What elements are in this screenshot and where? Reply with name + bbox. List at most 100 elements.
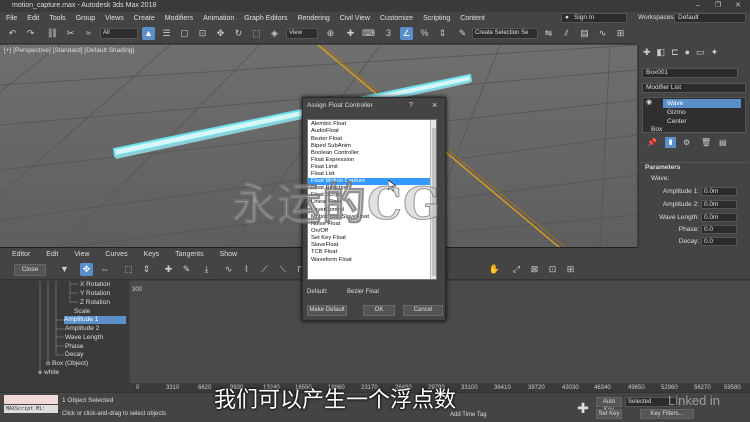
undo-icon[interactable]: ↶ <box>6 27 19 40</box>
viewport-label[interactable]: [+] [Perspective] [Standard] [Default Sh… <box>4 47 134 54</box>
menu-file[interactable]: File <box>6 15 17 22</box>
percent-snap-icon[interactable]: % <box>418 27 431 40</box>
tangent-fast-icon[interactable]: ⟋ <box>258 263 271 276</box>
close-icon[interactable]: × <box>432 98 437 113</box>
list-item[interactable]: SlaveFloat <box>308 242 432 249</box>
draw-curves-icon[interactable]: ✎ <box>180 263 193 276</box>
angle-snap-icon[interactable]: ∠ <box>400 27 413 40</box>
pin-stack-icon[interactable]: 📌 <box>647 138 657 147</box>
list-item[interactable]: Float Expression <box>308 157 432 164</box>
ce-menu-edit[interactable]: Edit <box>46 251 58 258</box>
schematic-view-icon[interactable]: ⊞ <box>614 27 627 40</box>
object-name-field[interactable]: Box001 <box>642 68 738 78</box>
zoom-extents-icon[interactable]: ⊠ <box>528 263 541 276</box>
list-item[interactable]: TCB Float <box>308 249 432 256</box>
set-keys-icon[interactable]: ✚ <box>574 399 592 417</box>
show-end-result-icon[interactable]: ▮ <box>665 137 676 148</box>
keyboard-shortcut-icon[interactable]: ⌨ <box>362 27 375 40</box>
place-icon[interactable]: ◈ <box>268 27 281 40</box>
tangent-auto-icon[interactable]: ∿ <box>222 263 235 276</box>
amplitude-1-spinner[interactable]: 0.0m <box>701 187 737 196</box>
tree-y-rotation[interactable]: Y Rotation <box>80 290 110 298</box>
workspace-dropdown[interactable]: Default <box>674 13 746 23</box>
align-icon[interactable]: ⫽ <box>560 27 573 40</box>
remove-modifier-icon[interactable]: 🗑 <box>701 138 711 147</box>
ce-menu-show[interactable]: Show <box>220 251 238 258</box>
tree-phase[interactable]: Phase <box>65 343 83 351</box>
tree-white[interactable]: white <box>44 369 59 377</box>
expand-icon[interactable]: ⊕ <box>38 369 42 377</box>
menu-modifiers[interactable]: Modifiers <box>165 15 193 22</box>
zoom-region-icon[interactable]: ⊡ <box>546 263 559 276</box>
layer-explorer-icon[interactable]: ▤ <box>578 27 591 40</box>
menu-scripting[interactable]: Scripting <box>423 15 450 22</box>
list-item[interactable]: Boolean Controller <box>308 150 432 157</box>
list-item[interactable]: Alembic Float <box>308 121 432 128</box>
curve-editor-icon[interactable]: ∿ <box>596 27 609 40</box>
create-tab-icon[interactable]: ✚ <box>643 47 651 61</box>
decay-spinner[interactable]: 0.0 <box>701 237 737 246</box>
scale-keys-icon[interactable]: ⬚ <box>122 263 135 276</box>
tree-amplitude-1[interactable]: Amplitude 1 <box>64 316 126 324</box>
menu-create[interactable]: Create <box>134 15 155 22</box>
zoom-horizontal-icon[interactable]: ⤢ <box>510 263 523 276</box>
menu-animation[interactable]: Animation <box>203 15 234 22</box>
filter-icon[interactable]: ▼ <box>58 263 71 276</box>
close-icon[interactable]: ✕ <box>728 0 748 12</box>
utilities-tab-icon[interactable]: ✦ <box>711 47 719 61</box>
tree-wave-length[interactable]: Wave Length <box>65 334 103 342</box>
list-item[interactable]: Bezier Float <box>308 136 432 143</box>
named-selection-dropdown[interactable]: Create Selection Se <box>472 28 538 39</box>
stack-item-box[interactable]: Box <box>643 125 745 134</box>
window-crossing-icon[interactable]: ⊡ <box>196 27 209 40</box>
ce-menu-editor[interactable]: Editor <box>12 251 30 258</box>
snaps-toggle-icon[interactable]: 3 <box>382 27 395 40</box>
wave-length-spinner[interactable]: 0.0m <box>701 213 737 222</box>
list-item[interactable]: Set Key Float <box>308 235 432 242</box>
stack-item-wave[interactable]: Wave <box>663 99 741 108</box>
amplitude-2-spinner[interactable]: 0.0m <box>701 200 737 209</box>
tangent-spline-icon[interactable]: ⌇ <box>240 263 253 276</box>
tree-x-rotation[interactable]: X Rotation <box>80 281 110 289</box>
pivot-center-icon[interactable]: ⊕ <box>324 27 337 40</box>
slide-keys-icon[interactable]: ⇔ <box>98 263 111 276</box>
maxscript-listener-field[interactable] <box>4 395 58 404</box>
select-by-name-icon[interactable]: ☰ <box>160 27 173 40</box>
select-manipulate-icon[interactable]: ✚ <box>344 27 357 40</box>
tangent-slow-icon[interactable]: ⟍ <box>276 263 289 276</box>
redo-icon[interactable]: ↷ <box>24 27 37 40</box>
list-item[interactable]: Biped SubAnim <box>308 143 432 150</box>
reference-coordinate-dropdown[interactable]: View <box>286 28 318 39</box>
menu-edit[interactable]: Edit <box>27 15 39 22</box>
tree-scale[interactable]: Scale <box>74 308 90 316</box>
set-key-button[interactable]: Set Key <box>596 409 622 419</box>
ce-menu-tangents[interactable]: Tangents <box>175 251 203 258</box>
selection-filter-dropdown[interactable]: All <box>100 28 138 39</box>
move-icon[interactable]: ✥ <box>214 27 227 40</box>
make-unique-icon[interactable]: ⚙ <box>683 138 690 147</box>
tree-z-rotation[interactable]: Z Rotation <box>80 299 110 307</box>
stack-item-gizmo[interactable]: Gizmo <box>643 108 745 117</box>
menu-graph-editors[interactable]: Graph Editors <box>244 15 287 22</box>
cancel-button[interactable]: Cancel <box>403 305 443 316</box>
modifier-list-dropdown[interactable]: Modifier List <box>642 83 746 93</box>
mirror-icon[interactable]: ⇋ <box>542 27 555 40</box>
expand-icon[interactable]: ⊟ <box>46 360 50 368</box>
ce-menu-keys[interactable]: Keys <box>144 251 160 258</box>
eye-icon[interactable]: ◉ <box>646 98 652 106</box>
list-item[interactable]: Waveform Float <box>308 257 432 264</box>
parameters-rollout-header[interactable]: Parameters <box>641 162 749 172</box>
sign-in-button[interactable]: ● Sign In <box>561 13 627 23</box>
help-button[interactable]: ? <box>409 98 413 113</box>
tree-decay[interactable]: Decay <box>65 351 83 359</box>
ok-button[interactable]: OK <box>363 305 395 316</box>
maxscript-mini-listener[interactable]: MAXScript Mi: <box>4 405 58 413</box>
named-selection-icon[interactable]: ✎ <box>456 27 469 40</box>
menu-rendering[interactable]: Rendering <box>297 15 329 22</box>
add-keys-icon[interactable]: ✚ <box>162 263 175 276</box>
scale-values-icon[interactable]: ⇕ <box>140 263 153 276</box>
close-button[interactable]: Close <box>14 264 46 276</box>
motion-tab-icon[interactable]: ● <box>685 47 690 61</box>
menu-views[interactable]: Views <box>105 15 124 22</box>
maximize-icon[interactable]: ❐ <box>708 0 728 12</box>
